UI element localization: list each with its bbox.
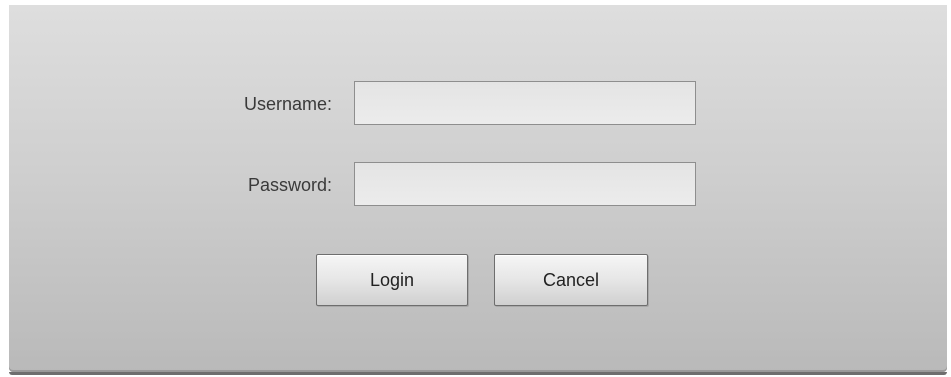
username-field[interactable] <box>354 81 696 125</box>
password-field[interactable] <box>354 162 696 206</box>
password-label: Password: <box>247 175 332 195</box>
login-panel: Username: Password: Login Cancel <box>9 5 947 375</box>
cancel-button[interactable]: Cancel <box>494 254 648 306</box>
login-button[interactable]: Login <box>316 254 468 306</box>
username-label: Username: <box>243 94 332 114</box>
